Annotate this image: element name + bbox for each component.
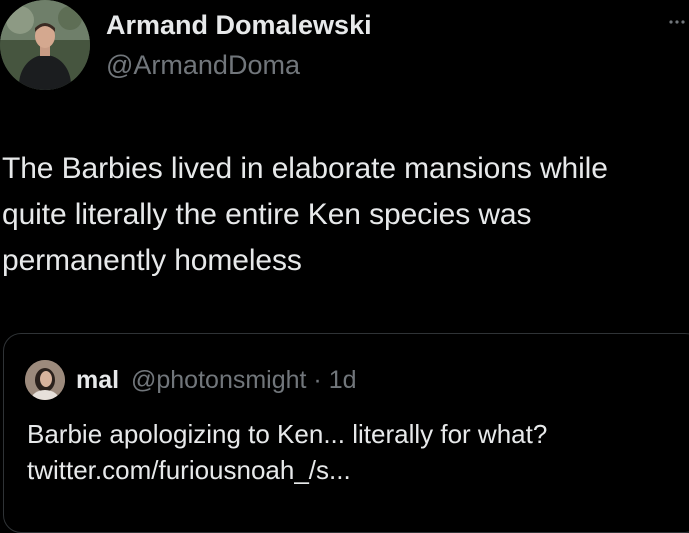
tweet-text-line: quite literally the entire Ken species w… (2, 198, 532, 231)
quote-author-avatar (25, 360, 65, 400)
quote-text-line: Barbie apologizing to Ken... literally f… (27, 419, 548, 449)
quote-author-display-name: mal (76, 366, 120, 394)
tweet-text-line: The Barbies lived in elaborate mansions … (2, 152, 608, 185)
quote-author-handle-time: @photonsmight · 1d (131, 366, 357, 394)
author-avatar[interactable] (0, 0, 90, 90)
quote-link[interactable]: twitter.com/furiousnoah_/s... (27, 452, 677, 488)
author-display-name[interactable]: Armand Domalewski (106, 10, 372, 41)
more-horizontal-icon[interactable] (667, 12, 687, 32)
quote-text: Barbie apologizing to Ken... literally f… (27, 416, 677, 488)
tweet-text: The Barbies lived in elaborate mansions … (2, 146, 688, 284)
author-handle[interactable]: @ArmandDoma (106, 50, 300, 81)
tweet-text-line: permanently homeless (2, 244, 302, 277)
